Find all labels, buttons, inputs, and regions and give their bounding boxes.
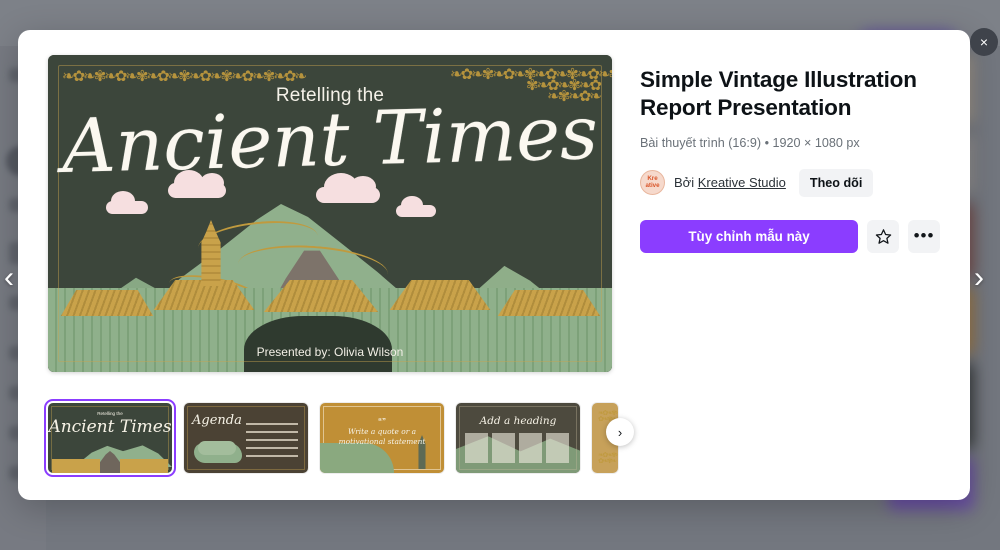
author-line: Bởi Kreative Studio (674, 175, 786, 190)
poster-title: Ancient Times (61, 90, 599, 190)
vine-ornament-icon: ❧✿❧✾❧✿❧✾❧✿❧✾❧✿❧✾❧✿❧✾❧✿❧ (62, 68, 307, 85)
template-preview[interactable]: ❧✿❧✾❧✿❧✾❧✿❧✾❧✿❧✾❧✿❧✾❧✿❧ ❧✿❧✾❧✿❧✾❧✿❧✾❧✿❧ ✾… (48, 55, 612, 372)
thumbnail-title-slide[interactable]: Retelling the Ancient Times (44, 399, 176, 477)
thumbnails-next-button[interactable]: › (606, 418, 634, 446)
thumbnail-strip: Retelling the Ancient Times Agenda “” Wr… (44, 399, 648, 477)
author-link[interactable]: Kreative Studio (698, 175, 786, 190)
prev-template-arrow[interactable]: ‹ (0, 262, 26, 296)
by-prefix: Bởi (674, 175, 695, 191)
page-title: Simple Vintage Illustration Report Prese… (640, 67, 917, 121)
thumbnail-quote[interactable]: “” Write a quote or a motivational state… (320, 403, 444, 473)
avatar-line-2: ative (645, 181, 660, 189)
close-icon[interactable]: × (970, 28, 998, 56)
thumbnail-label: Add a heading (479, 415, 557, 427)
thumbnail-heading[interactable]: Add a heading (456, 403, 580, 473)
action-row: Tùy chỉnh mẫu này ••• (640, 219, 940, 253)
star-outline-icon[interactable] (867, 219, 899, 253)
poster-credit: Presented by: Olivia Wilson (256, 345, 404, 359)
follow-button[interactable]: Theo dõi (798, 168, 874, 197)
next-template-arrow[interactable]: › (962, 262, 996, 296)
thumbnail-kicker: Retelling the (97, 411, 123, 416)
thumbnail-label: Agenda (192, 413, 242, 428)
template-detail-modal: ❧✿❧✾❧✿❧✾❧✿❧✾❧✿❧✾❧✿❧✾❧✿❧ ❧✿❧✾❧✿❧✾❧✿❧✾❧✿❧ ✾… (18, 30, 970, 500)
thumbnail-label: Ancient Times (48, 417, 172, 437)
avatar: Kre ative (640, 170, 665, 196)
more-horizontal-icon[interactable]: ••• (908, 219, 940, 253)
thumbnail-label: Write a quote or a motivational statemen… (338, 427, 426, 446)
byline: Kre ative Bởi Kreative Studio Theo dõi (640, 168, 940, 197)
more-dots: ••• (913, 226, 935, 246)
customize-template-button[interactable]: Tùy chỉnh mẫu này (640, 219, 858, 253)
screen: ‹ › × ❧✿❧✾❧✿❧✾❧✿❧✾❧✿❧✾❧✿❧✾❧✿❧ ❧✿❧✾❧✿❧✾❧✿… (0, 0, 1000, 550)
thumbnail-agenda[interactable]: Agenda (184, 403, 308, 473)
template-info: Simple Vintage Illustration Report Prese… (640, 66, 940, 253)
template-meta: Bài thuyết trình (16:9) • 1920 × 1080 px (640, 135, 860, 150)
